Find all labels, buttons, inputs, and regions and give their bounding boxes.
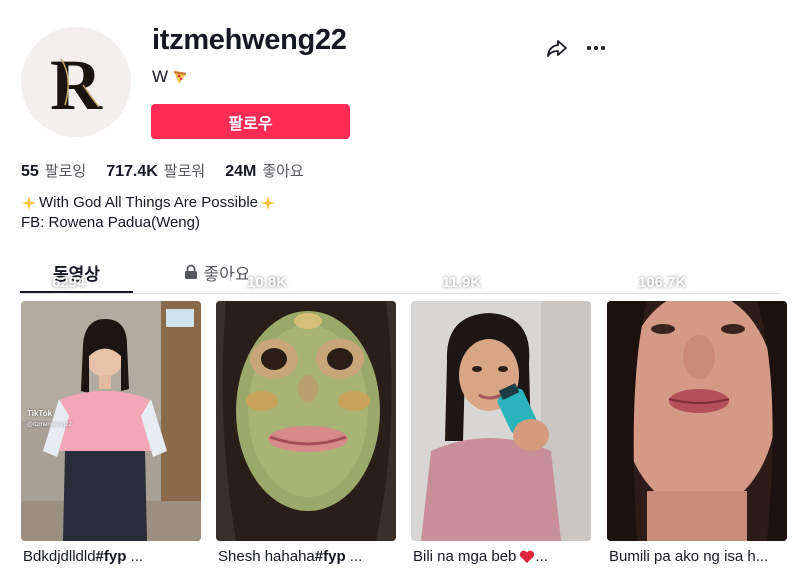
followers-label: 팔로워 [163, 163, 206, 180]
share-icon[interactable] [545, 36, 569, 60]
follow-button[interactable]: 팔로우 [151, 104, 350, 139]
more-options-icon[interactable] [584, 36, 608, 60]
view-count-text: 11.9K [442, 274, 482, 291]
view-count-text: 106.7K [638, 274, 687, 291]
play-icon [35, 276, 47, 289]
view-count: 11.9K [425, 274, 481, 291]
following-stat[interactable]: 55 팔로잉 [21, 160, 86, 181]
video-caption[interactable]: Bili na mga beb ... [413, 548, 591, 565]
tiktok-watermark: TikTok @itzmehweng22 [27, 409, 72, 430]
watermark-logo: TikTok [27, 409, 53, 418]
likes-stat: 24M 좋아요 [225, 160, 304, 181]
watermark-handle: @itzmehweng22 [27, 422, 72, 428]
caption-text: Bdkdjdlldld [23, 548, 96, 565]
followers-stat[interactable]: 717.4K 팔로워 [106, 160, 205, 181]
heart-emoji [520, 550, 535, 563]
svg-text:R: R [50, 45, 103, 125]
nickname: W [152, 67, 189, 87]
sparkle-emoji [261, 196, 275, 210]
avatar[interactable]: R [21, 27, 131, 137]
video-thumbnail[interactable] [607, 301, 787, 541]
caption-hashtag[interactable]: #fyp [315, 548, 346, 565]
video-caption[interactable]: Bdkdjdlldld#fyp ... [23, 548, 201, 565]
caption-hashtag[interactable]: #fyp [96, 548, 127, 565]
profile-stats: 55 팔로잉 717.4K 팔로워 24M 좋아요 [21, 160, 304, 181]
bio-line-2: FB: Rowena Padua(Weng) [21, 214, 200, 231]
view-count: 106.7K [621, 274, 686, 291]
bio-line-1-text: With God All Things Are Possible [39, 194, 258, 211]
avatar-logo-r: R [50, 45, 103, 125]
bio: With God All Things Are Possible FB: Row… [21, 193, 276, 233]
video-thumbnail[interactable] [216, 301, 396, 541]
video-caption[interactable]: Shesh hahaha#fyp ... [218, 548, 396, 565]
video-caption[interactable]: Bumili pa ako ng isa h... [609, 548, 787, 565]
following-label: 팔로잉 [44, 163, 87, 180]
username: itzmehweng22 [152, 24, 347, 56]
caption-text: Bumili pa ako ng isa h... [609, 548, 769, 565]
play-icon [230, 276, 242, 289]
play-icon [425, 276, 437, 289]
bio-line-1: With God All Things Are Possible [21, 193, 276, 213]
view-count-text: 6294 [52, 274, 86, 291]
caption-text: Shesh hahaha [218, 548, 315, 565]
sparkle-emoji [22, 196, 36, 210]
nickname-text: W [152, 67, 169, 86]
play-icon [621, 276, 633, 289]
followers-count: 717.4K [106, 163, 158, 180]
video-thumbnail[interactable] [411, 301, 591, 541]
view-count: 6294 [35, 274, 85, 291]
caption-ellipsis: ... [535, 548, 548, 565]
caption-text: Bili na mga beb [413, 548, 517, 565]
view-count: 10.8K [230, 274, 287, 291]
following-count: 55 [21, 163, 39, 180]
likes-count: 24M [225, 163, 257, 180]
pizza-emoji [173, 70, 187, 84]
caption-ellipsis: ... [126, 548, 144, 565]
view-count-text: 10.8K [247, 274, 288, 291]
likes-label: 좋아요 [262, 163, 304, 180]
lock-icon [184, 264, 197, 279]
caption-ellipsis: ... [345, 548, 363, 565]
